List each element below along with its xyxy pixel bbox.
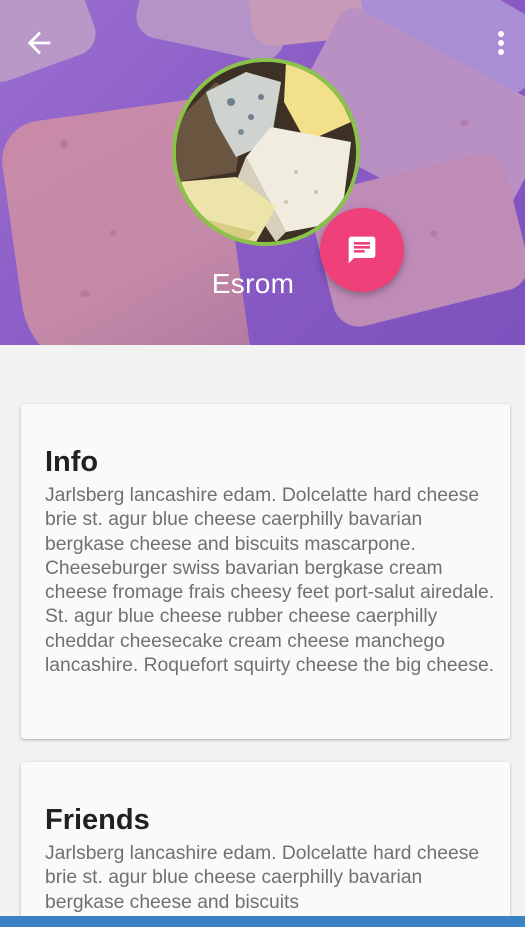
info-card: Info Jarlsberg lancashire edam. Dolcelat… [21, 404, 510, 739]
back-button[interactable] [22, 26, 56, 60]
arrow-back-icon [27, 31, 51, 55]
bottom-edge-strip [0, 916, 525, 927]
profile-screen: Esrom Info Jarlsberg lancashire edam. Do… [0, 0, 525, 927]
info-card-body: Jarlsberg lancashire edam. Dolcelatte ha… [45, 485, 495, 677]
header-backdrop-dot [110, 230, 116, 236]
header-backdrop-dot [60, 140, 68, 148]
overflow-menu-button[interactable] [488, 26, 514, 60]
friends-card: Friends Jarlsberg lancashire edam. Dolce… [21, 762, 510, 927]
more-vert-icon [498, 31, 504, 55]
profile-name: Esrom [211, 268, 295, 299]
message-icon [348, 236, 376, 264]
profile-header: Esrom [0, 0, 525, 345]
cheese-photo [176, 62, 356, 242]
profile-avatar [172, 58, 360, 246]
info-card-title: Info [45, 446, 99, 478]
header-backdrop-dot [430, 230, 437, 237]
header-backdrop-dot [460, 120, 469, 126]
friends-card-title: Friends [45, 804, 150, 836]
friends-card-body: Jarlsberg lancashire edam. Dolcelatte ha… [45, 843, 480, 913]
